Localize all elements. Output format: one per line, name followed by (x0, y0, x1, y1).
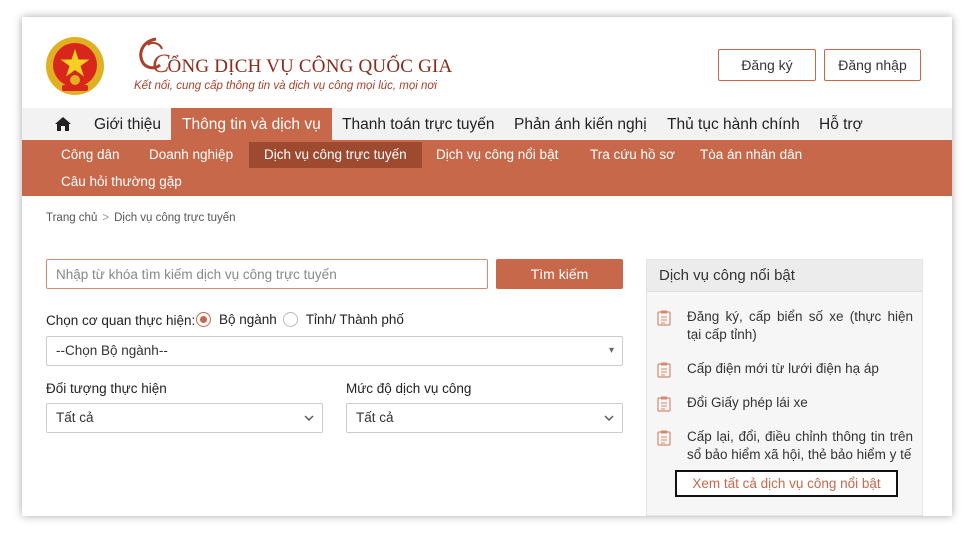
agency-label: Chọn cơ quan thực hiện: (46, 313, 196, 328)
brand-title-rest: ỔNG DỊCH VỤ CÔNG QUỐC GIA (167, 56, 453, 77)
brand-tagline: Kết nối, cung cấp thông tin và dịch vụ c… (134, 80, 437, 92)
chevron-down-icon (304, 415, 314, 421)
featured-item-label[interactable]: Cấp điện mới từ lưới điện hạ áp (687, 360, 879, 378)
subnav-item-cong-dan[interactable]: Công dân (61, 142, 120, 168)
document-icon (657, 310, 671, 326)
subnav-item-cau-hoi[interactable]: Câu hỏi thường gặp (61, 169, 182, 195)
subnav-item-dvc-truc-tuyen[interactable]: Dịch vụ công trực tuyến (249, 142, 422, 168)
nav-item-phan-anh[interactable]: Phản ánh kiến nghị (514, 108, 647, 140)
level-select[interactable]: Tất cả (346, 403, 623, 433)
nav-item-thu-tuc[interactable]: Thủ tục hành chính (667, 108, 800, 140)
document-icon (657, 430, 671, 446)
main-nav: Giới thiệu Thông tin và dịch vụ Thanh to… (22, 108, 952, 140)
breadcrumb-separator: > (102, 212, 110, 224)
featured-item[interactable]: Đổi Giấy phép lái xe (657, 394, 913, 412)
nav-item-ho-tro[interactable]: Hỗ trợ (819, 108, 863, 140)
subnav-item-dvc-noi-bat[interactable]: Dịch vụ công nổi bật (436, 142, 558, 168)
page-frame: CỔNG DỊCH VỤ CÔNG QUỐC GIA Kết nối, cung… (22, 17, 952, 516)
featured-item[interactable]: Cấp lại, đổi, điều chỉnh thông tin trên … (657, 428, 913, 464)
target-select-value: Tất cả (56, 410, 94, 425)
breadcrumb-home[interactable]: Trang chủ (46, 212, 97, 224)
featured-item-label[interactable]: Đăng ký, cấp biển số xe (thực hiện tại c… (687, 308, 913, 344)
caret-down-icon: ▾ (608, 345, 614, 356)
subnav-item-tra-cuu[interactable]: Tra cứu hồ sơ (590, 142, 675, 168)
nav-item-thanh-toan[interactable]: Thanh toán trực tuyến (342, 108, 495, 140)
login-button[interactable]: Đăng nhập (824, 49, 921, 81)
agency-radio-group: Bộ ngành Tỉnh/ Thành phố (196, 312, 404, 327)
level-select-value: Tất cả (356, 410, 394, 425)
breadcrumb-current: Dịch vụ công trực tuyến (114, 212, 236, 224)
breadcrumb: Trang chủ > Dịch vụ công trực tuyến (46, 212, 236, 224)
search-button[interactable]: Tìm kiếm (496, 259, 623, 289)
see-all-featured-link[interactable]: Xem tất cả dịch vụ công nổi bật (675, 470, 898, 497)
nav-item-gioi-thieu[interactable]: Giới thiệu (94, 108, 161, 140)
radio-ministry-label[interactable]: Bộ ngành (219, 312, 277, 327)
radio-province[interactable] (282, 312, 298, 327)
featured-item[interactable]: Cấp điện mới từ lưới điện hạ áp (657, 360, 913, 378)
featured-item-label[interactable]: Cấp lại, đổi, điều chỉnh thông tin trên … (687, 428, 913, 464)
ministry-select[interactable]: --Chọn Bộ ngành-- ▾ (46, 336, 623, 366)
featured-services-panel: Dịch vụ công nổi bật Đăng ký, cấp biển s… (646, 259, 923, 516)
featured-item[interactable]: Đăng ký, cấp biển số xe (thực hiện tại c… (657, 308, 913, 344)
document-icon (657, 396, 671, 412)
brand-title: CỔNG DỊCH VỤ CÔNG QUỐC GIA (152, 49, 452, 79)
register-button[interactable]: Đăng ký (718, 49, 816, 81)
national-emblem-icon (46, 37, 104, 95)
featured-item-label[interactable]: Đổi Giấy phép lái xe (687, 394, 808, 412)
target-select[interactable]: Tất cả (46, 403, 323, 433)
level-label: Mức độ dịch vụ công (346, 381, 472, 396)
radio-ministry[interactable] (196, 312, 211, 327)
document-icon (657, 362, 671, 378)
radio-province-label[interactable]: Tỉnh/ Thành phố (306, 312, 404, 327)
sub-nav: Công dân Doanh nghiệp Dịch vụ công trực … (22, 140, 952, 196)
chevron-down-icon (604, 415, 614, 421)
search-input[interactable] (46, 259, 488, 289)
nav-item-thong-tin-dich-vu[interactable]: Thông tin và dịch vụ (171, 108, 332, 140)
ministry-select-value: --Chọn Bộ ngành-- (56, 343, 168, 358)
subnav-item-doanh-nghiep[interactable]: Doanh nghiệp (149, 142, 233, 168)
subnav-item-toa-an[interactable]: Tòa án nhân dân (700, 142, 802, 168)
home-icon[interactable] (54, 116, 72, 132)
target-label: Đối tượng thực hiện (46, 381, 167, 396)
featured-services-title: Dịch vụ công nổi bật (647, 260, 922, 292)
